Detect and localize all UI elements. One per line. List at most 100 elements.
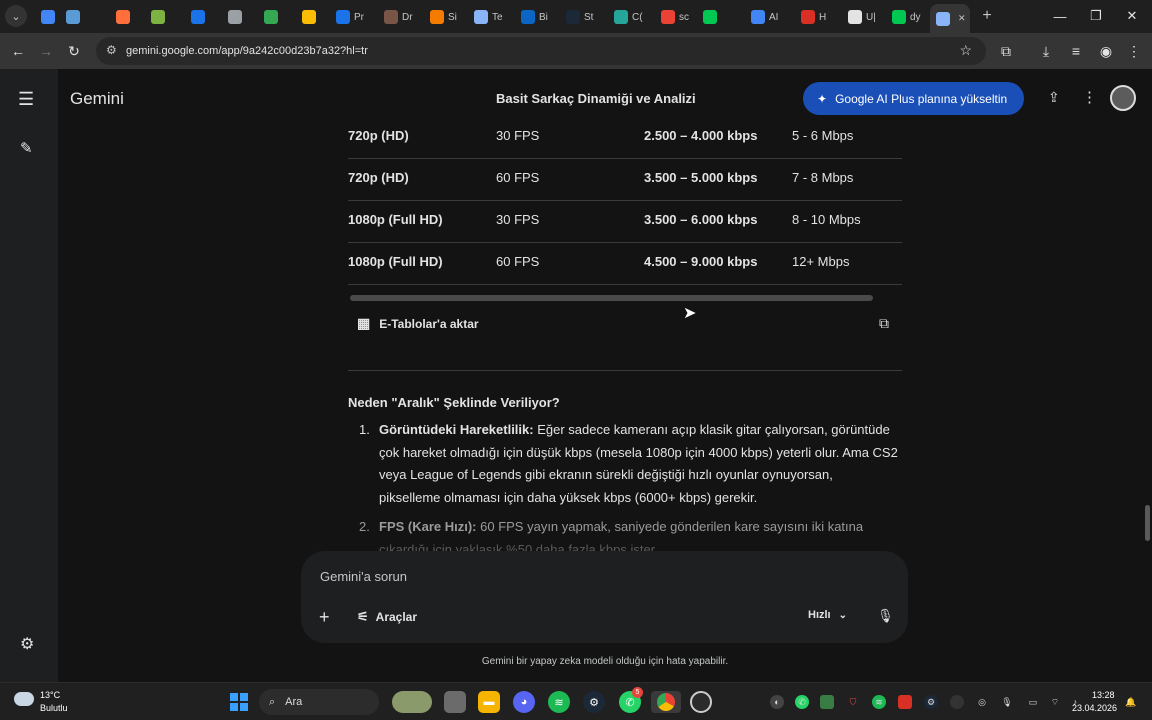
tray-steam-icon[interactable]: ⚙ (924, 695, 938, 709)
browser-tab[interactable]: AI (745, 4, 789, 30)
media-controls-icon[interactable]: ≡ (1064, 39, 1088, 63)
share-icon[interactable]: ⇪ (1048, 89, 1060, 106)
chrome-taskbar-button[interactable] (651, 691, 681, 713)
weather-cloud-icon[interactable] (14, 692, 34, 706)
tray-network-icon[interactable]: ◎ (975, 695, 989, 709)
discord-icon[interactable]: ◕ (513, 691, 535, 713)
browser-menu-icon[interactable]: ⋮ (1122, 39, 1146, 63)
url-text: gemini.google.com/app/9a242c00d23b7a32?h… (126, 45, 368, 57)
reload-icon[interactable]: ↻ (62, 39, 86, 63)
bitrate-cell: 4.500 – 9.000 kbps (644, 254, 758, 269)
browser-tab-strip: ⌄ Pr Dr Si Te Bi St C(sc AI H U| dy ✕ + — ❐ ✕ (0, 0, 1152, 33)
settings-gear-icon[interactable]: ⚙ (20, 634, 34, 654)
export-sheets-button[interactable]: ▦ E-Tablolar'a aktar (357, 315, 479, 332)
tray-shield-icon[interactable]: ⛉ (846, 695, 860, 709)
notification-bell-icon[interactable]: 🔔 (1124, 695, 1138, 709)
fps-cell: 60 FPS (496, 170, 540, 185)
page-scrollbar[interactable] (1145, 505, 1150, 541)
tray-app2-icon[interactable] (950, 695, 964, 709)
extensions-icon[interactable]: ⧉ (994, 39, 1018, 63)
search-label: Ara (285, 696, 303, 708)
browser-tab[interactable] (110, 4, 134, 30)
browser-tab[interactable]: Si (424, 4, 468, 30)
tab-gemini-active[interactable]: ✕ (930, 4, 970, 33)
hamburger-menu-icon[interactable]: ☰ (18, 89, 34, 110)
tray-nvidia-icon[interactable] (820, 695, 834, 709)
tab-label: Si (448, 11, 457, 23)
obs-icon[interactable] (690, 691, 712, 713)
tab-label: dy (910, 11, 921, 23)
site-info-icon[interactable]: ⚙ (106, 43, 117, 57)
more-options-icon[interactable]: ⋮ (1082, 88, 1097, 106)
spotify-icon[interactable]: ≋ (548, 691, 570, 713)
browser-tab[interactable] (697, 4, 721, 30)
back-arrow-icon[interactable]: ← (6, 39, 30, 63)
download-icon[interactable]: ⤓ (1034, 39, 1058, 63)
browser-tab[interactable] (35, 4, 59, 30)
browser-tab[interactable] (185, 4, 209, 30)
bookmark-star-icon[interactable]: ☆ (959, 42, 972, 59)
resolution-cell: 1080p (Full HD) (348, 212, 443, 227)
close-tab-icon[interactable]: ✕ (958, 13, 966, 24)
clock-time[interactable]: 13:28 (1092, 690, 1115, 700)
browser-tab[interactable]: Pr (330, 4, 374, 30)
browser-tab[interactable]: C( (608, 4, 652, 30)
copy-table-icon[interactable]: ⧉ (879, 315, 889, 332)
widgets-icon[interactable] (392, 691, 432, 713)
address-bar[interactable]: ⚙ gemini.google.com/app/9a242c00d23b7a32… (96, 37, 986, 65)
microphone-icon[interactable]: 🎙 (877, 608, 894, 624)
new-chat-icon[interactable]: ✎ (20, 139, 33, 157)
list-number: 1. (359, 422, 370, 437)
profile-avatar-icon[interactable]: ◉ (1094, 39, 1118, 63)
tray-whatsapp-icon[interactable]: ✆ (795, 695, 809, 709)
new-tab-button[interactable]: + (976, 5, 998, 27)
browser-tab[interactable] (222, 4, 246, 30)
forward-arrow-icon[interactable]: → (34, 39, 58, 63)
add-attachment-icon[interactable]: + (319, 607, 330, 628)
tray-display-icon[interactable]: ▭ (1026, 695, 1040, 709)
tab-favicon-icon (801, 10, 815, 24)
upgrade-button[interactable]: ✦ Google AI Plus planına yükseltin (803, 82, 1024, 115)
list-item-text: çok hareket olmadığı için düşük kbps (me… (379, 444, 898, 460)
tab-search-button[interactable]: ⌄ (5, 5, 27, 27)
chat-title[interactable]: Basit Sarkaç Dinamiği ve Analizi (496, 91, 696, 106)
model-mode-selector[interactable]: Hızlı ⌄ (808, 609, 847, 621)
taskbar-search-box[interactable]: ⌕ Ara (259, 689, 379, 715)
user-avatar[interactable] (1110, 85, 1136, 111)
windows-start-icon[interactable] (228, 691, 250, 713)
tools-button[interactable]: ⚟ Araçlar (357, 609, 417, 625)
tray-app-icon[interactable]: ◐ (770, 695, 784, 709)
tray-record-icon[interactable] (898, 695, 912, 709)
maximize-button[interactable]: ❐ (1078, 4, 1114, 28)
weather-temp[interactable]: 13°C (40, 690, 60, 700)
bitrate-cell: 3.500 – 5.000 kbps (644, 170, 758, 185)
tray-spotify-icon[interactable]: ≋ (872, 695, 886, 709)
browser-tab[interactable]: Dr (378, 4, 422, 30)
browser-tab[interactable]: Te (468, 4, 512, 30)
browser-tab[interactable]: U| (842, 4, 886, 30)
prompt-input[interactable]: Gemini'a sorun (320, 569, 407, 584)
tab-label: Pr (354, 11, 364, 23)
resolution-cell: 1080p (Full HD) (348, 254, 443, 269)
tray-wifi-icon[interactable]: ⌔ (1048, 695, 1062, 709)
close-window-button[interactable]: ✕ (1114, 4, 1150, 28)
browser-tab[interactable] (258, 4, 282, 30)
browser-tab[interactable]: H (795, 4, 839, 30)
fps-cell: 30 FPS (496, 128, 540, 143)
browser-tab[interactable]: Bi (515, 4, 559, 30)
browser-tab[interactable]: sc (655, 4, 699, 30)
browser-tab[interactable] (145, 4, 169, 30)
clock-date[interactable]: 23.04.2026 (1072, 703, 1117, 713)
task-view-icon[interactable] (444, 691, 466, 713)
weather-desc[interactable]: Bulutlu (40, 703, 68, 713)
speed-cell: 8 - 10 Mbps (792, 212, 861, 227)
browser-tab[interactable]: dy (886, 4, 930, 30)
browser-tab[interactable]: St (560, 4, 604, 30)
tray-mic-icon[interactable]: 🎙 (1000, 695, 1014, 709)
steam-icon[interactable]: ⚙ (583, 691, 605, 713)
minimize-button[interactable]: — (1042, 4, 1078, 28)
browser-tab[interactable] (60, 4, 84, 30)
table-horizontal-scrollbar[interactable] (350, 295, 873, 301)
file-explorer-icon[interactable]: ▬ (478, 691, 500, 713)
browser-tab[interactable] (296, 4, 320, 30)
